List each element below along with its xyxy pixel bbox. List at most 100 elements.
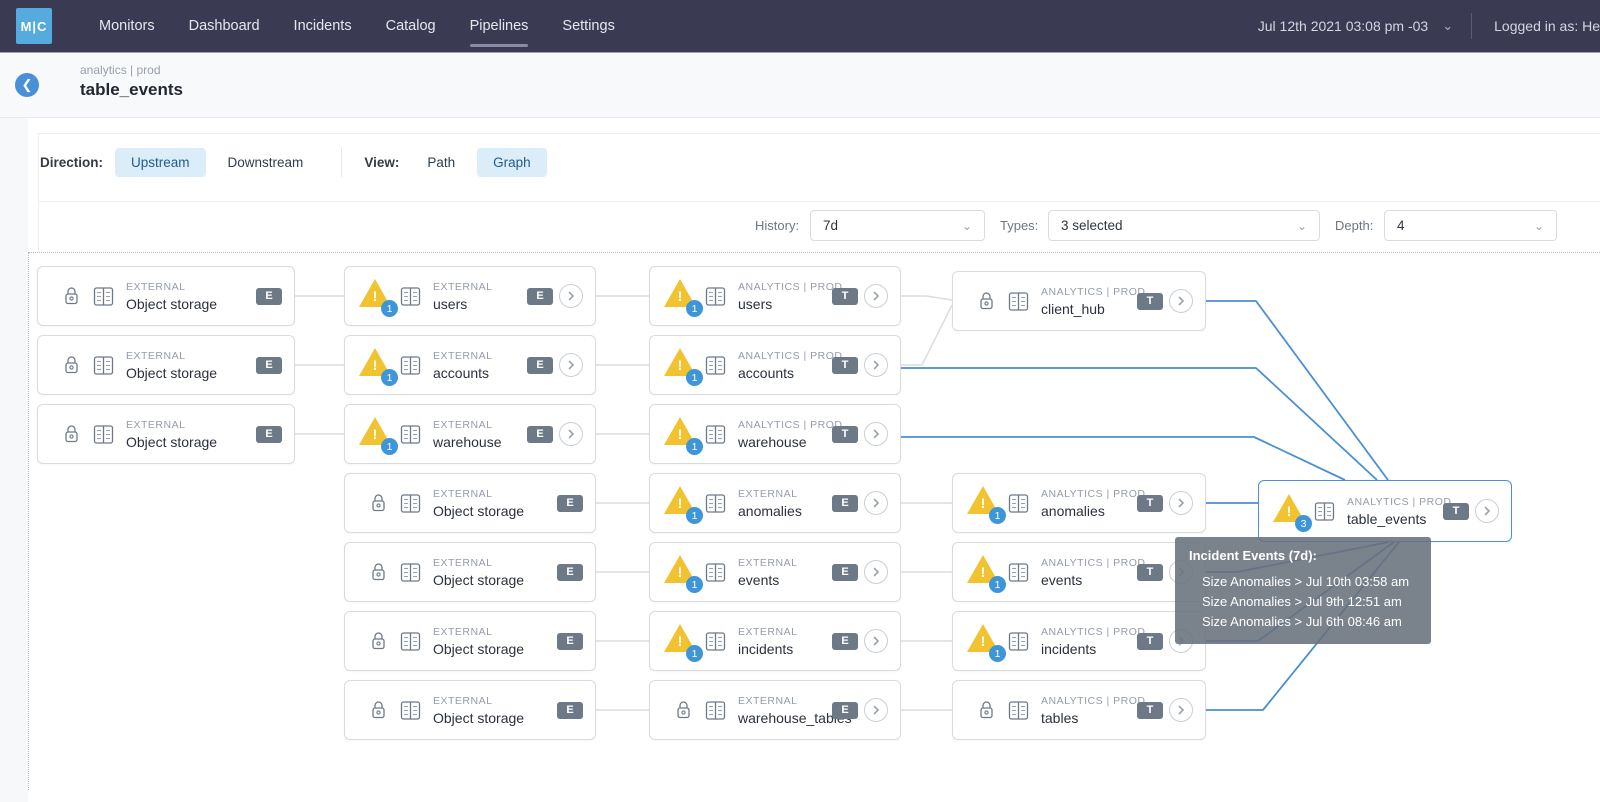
table-icon bbox=[400, 355, 421, 376]
lineage-node-warehouse[interactable]: ! 1 ANALYTICS | PROD_... warehouse T bbox=[649, 404, 901, 464]
lineage-node-users[interactable]: ! 1 ANALYTICS | PROD_... users T bbox=[649, 266, 901, 326]
lineage-node-object-storage[interactable]: EXTERNAL Object storage E bbox=[37, 404, 295, 464]
expand-node-button[interactable] bbox=[1169, 289, 1193, 313]
lineage-node-incidents[interactable]: ! 1 EXTERNAL incidents E bbox=[649, 611, 901, 671]
chevron-down-icon[interactable]: ⌄ bbox=[1442, 18, 1453, 34]
expand-node-button[interactable] bbox=[559, 422, 583, 446]
chevron-right-icon bbox=[871, 429, 881, 439]
datetime-selector[interactable]: Jul 12th 2021 03:08 pm -03 bbox=[1258, 18, 1428, 34]
direction-view-toolbar: Direction: Upstream Downstream View: Pat… bbox=[40, 146, 553, 178]
lineage-node-object-storage[interactable]: EXTERNAL Object storage E bbox=[37, 266, 295, 326]
expand-node-button[interactable] bbox=[864, 284, 888, 308]
direction-upstream-button[interactable]: Upstream bbox=[115, 148, 206, 177]
lock-icon bbox=[370, 562, 387, 582]
types-label: Types: bbox=[1000, 218, 1038, 233]
lineage-node-anomalies[interactable]: ! 1 ANALYTICS | PROD_... anomalies T bbox=[952, 473, 1206, 533]
incident-count-badge: 1 bbox=[686, 507, 703, 524]
warning-icon: ! 1 bbox=[966, 553, 1006, 591]
node-schema: ANALYTICS | PROD_... bbox=[1041, 695, 1137, 707]
expand-node-button[interactable] bbox=[559, 284, 583, 308]
table-icon bbox=[705, 424, 726, 445]
chevron-right-icon bbox=[871, 705, 881, 715]
expand-node-button[interactable] bbox=[1475, 499, 1499, 523]
view-path-button[interactable]: Path bbox=[411, 148, 471, 177]
nav-item-dashboard[interactable]: Dashboard bbox=[172, 0, 277, 52]
lineage-node-events[interactable]: ! 1 ANALYTICS | PROD_... events T bbox=[952, 542, 1206, 602]
nav-item-pipelines[interactable]: Pipelines bbox=[453, 0, 546, 52]
nav-divider bbox=[1471, 13, 1472, 39]
nav-item-settings[interactable]: Settings bbox=[545, 0, 631, 52]
expand-node-button[interactable] bbox=[864, 422, 888, 446]
depth-dropdown[interactable]: 4 ⌄ bbox=[1384, 210, 1557, 241]
chevron-right-icon bbox=[871, 360, 881, 370]
type-badge: T bbox=[1137, 293, 1163, 310]
back-button[interactable]: ❮ bbox=[15, 73, 39, 97]
incident-events-tooltip: Incident Events (7d): Size Anomalies > J… bbox=[1175, 537, 1431, 644]
lineage-node-incidents[interactable]: ! 1 ANALYTICS | PROD_... incidents T bbox=[952, 611, 1206, 671]
type-badge: E bbox=[832, 564, 858, 581]
type-badge: T bbox=[1443, 503, 1469, 520]
type-badge: T bbox=[832, 426, 858, 443]
node-name: tables bbox=[1041, 710, 1137, 726]
node-schema: ANALYTICS | PROD_... bbox=[1041, 488, 1137, 500]
lineage-node-events[interactable]: ! 1 EXTERNAL events E bbox=[649, 542, 901, 602]
nav-item-monitors[interactable]: Monitors bbox=[82, 0, 172, 52]
nav-menu: Monitors Dashboard Incidents Catalog Pip… bbox=[82, 0, 632, 52]
expand-node-button[interactable] bbox=[864, 698, 888, 722]
lineage-node-object-storage[interactable]: EXTERNAL Object storage E bbox=[344, 542, 596, 602]
lineage-node-warehouse-tables[interactable]: EXTERNAL warehouse_tables E bbox=[649, 680, 901, 740]
node-schema: EXTERNAL bbox=[126, 281, 217, 293]
expand-node-button[interactable] bbox=[864, 629, 888, 653]
logged-in-user[interactable]: Logged in as: He bbox=[1494, 18, 1600, 34]
expand-node-button[interactable] bbox=[1169, 698, 1193, 722]
lineage-node-tables[interactable]: ANALYTICS | PROD_... tables T bbox=[952, 680, 1206, 740]
incident-count-badge: 1 bbox=[686, 300, 703, 317]
table-icon bbox=[400, 286, 421, 307]
node-schema: ANALYTICS | PROD_... bbox=[1041, 626, 1137, 638]
nav-item-catalog[interactable]: Catalog bbox=[369, 0, 453, 52]
lineage-node-anomalies[interactable]: ! 1 EXTERNAL anomalies E bbox=[649, 473, 901, 533]
node-schema: EXTERNAL bbox=[433, 281, 492, 293]
lineage-node-object-storage[interactable]: EXTERNAL Object storage E bbox=[344, 611, 596, 671]
warning-icon: ! 1 bbox=[966, 622, 1006, 660]
direction-downstream-button[interactable]: Downstream bbox=[212, 148, 320, 177]
lineage-node-object-storage[interactable]: EXTERNAL Object storage E bbox=[37, 335, 295, 395]
incident-count-badge: 1 bbox=[381, 300, 398, 317]
lineage-node-accounts[interactable]: ! 1 EXTERNAL accounts E bbox=[344, 335, 596, 395]
lineage-node-table-events[interactable]: ! 3 ANALYTICS | PROD table_events T bbox=[1258, 480, 1512, 542]
expand-node-button[interactable] bbox=[864, 353, 888, 377]
lineage-node-accounts[interactable]: ! 1 ANALYTICS | PROD_... accounts T bbox=[649, 335, 901, 395]
incident-count-badge: 1 bbox=[686, 645, 703, 662]
incident-count-badge: 1 bbox=[989, 645, 1006, 662]
expand-node-button[interactable] bbox=[1169, 491, 1193, 515]
table-icon bbox=[1008, 562, 1029, 583]
lineage-node-users[interactable]: ! 1 EXTERNAL users E bbox=[344, 266, 596, 326]
expand-node-button[interactable] bbox=[559, 353, 583, 377]
node-schema: EXTERNAL bbox=[433, 350, 492, 362]
app-logo[interactable]: M|C bbox=[16, 8, 52, 44]
types-dropdown[interactable]: 3 selected ⌄ bbox=[1048, 210, 1320, 241]
expand-node-button[interactable] bbox=[864, 491, 888, 515]
chevron-right-icon bbox=[871, 291, 881, 301]
node-name: incidents bbox=[1041, 641, 1137, 657]
table-icon bbox=[1008, 700, 1029, 721]
filter-bar: History: 7d ⌄ Types: 3 selected ⌄ Depth:… bbox=[0, 210, 1600, 242]
expand-node-button[interactable] bbox=[864, 560, 888, 584]
node-name: warehouse bbox=[738, 434, 832, 450]
lock-icon bbox=[978, 700, 995, 720]
chevron-right-icon bbox=[1176, 498, 1186, 508]
lineage-node-object-storage[interactable]: EXTERNAL Object storage E bbox=[344, 473, 596, 533]
view-graph-button[interactable]: Graph bbox=[477, 148, 547, 177]
lineage-node-client-hub[interactable]: ANALYTICS | PROD client_hub T bbox=[952, 271, 1206, 331]
type-badge: E bbox=[527, 357, 553, 374]
node-schema: EXTERNAL bbox=[433, 626, 524, 638]
table-icon bbox=[705, 355, 726, 376]
chevron-right-icon bbox=[1176, 705, 1186, 715]
history-dropdown[interactable]: 7d ⌄ bbox=[810, 210, 985, 241]
chevron-right-icon bbox=[566, 360, 576, 370]
lineage-node-warehouse[interactable]: ! 1 EXTERNAL warehouse E bbox=[344, 404, 596, 464]
table-icon bbox=[1008, 631, 1029, 652]
lineage-node-object-storage[interactable]: EXTERNAL Object storage E bbox=[344, 680, 596, 740]
nav-item-incidents[interactable]: Incidents bbox=[277, 0, 369, 52]
toolbar-separator bbox=[341, 147, 342, 177]
